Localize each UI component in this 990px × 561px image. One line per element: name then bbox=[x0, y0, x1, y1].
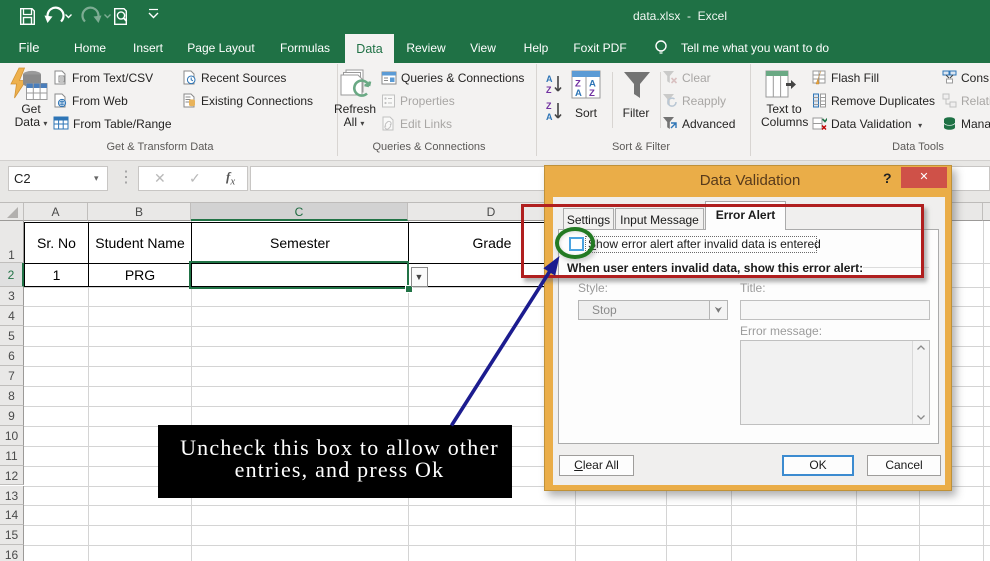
svg-text:Z: Z bbox=[589, 88, 595, 99]
svg-text:Z: Z bbox=[546, 101, 552, 111]
svg-text:A: A bbox=[575, 88, 582, 99]
svg-text:Z: Z bbox=[546, 85, 552, 95]
svg-text:A: A bbox=[546, 112, 553, 122]
svg-text:A: A bbox=[546, 74, 553, 84]
